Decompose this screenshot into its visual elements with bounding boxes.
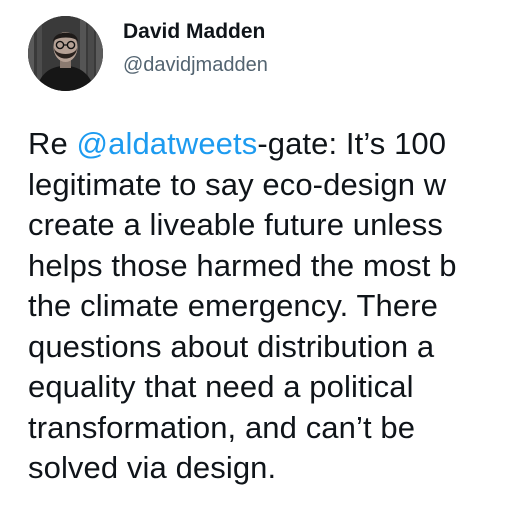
avatar-photo [28, 16, 103, 91]
tweet-line-1-suffix: -gate: It’s 100 [257, 126, 447, 161]
author-handle[interactable]: @davidjmadden [123, 52, 268, 78]
tweet-line-8: transformation, and can’t be [28, 409, 416, 445]
tweet-line-1-prefix: Re [28, 126, 77, 161]
tweet-card: David Madden @davidjmadden Re @aldatweet… [0, 0, 520, 520]
tweet-line-1: Re @aldatweets-gate: It’s 100 [28, 124, 520, 165]
tweet-text: Re @aldatweets-gate: It’s 100 legitimate… [28, 124, 520, 489]
tweet-line-7: equality that need a political [28, 369, 414, 404]
tweet-line-2: legitimate to say eco-design w [28, 166, 447, 202]
tweet-line-5: the climate emergency. There [28, 288, 439, 323]
author-name[interactable]: David Madden [123, 19, 265, 45]
tweet-line-9: solved via design. [28, 450, 277, 485]
tweet-line-4: helps those harmed the most b [28, 247, 457, 283]
mention-link[interactable]: @aldatweets [77, 126, 258, 161]
avatar[interactable] [28, 16, 103, 91]
tweet-line-3: create a liveable future unless [28, 207, 443, 242]
tweet-line-6: questions about distribution a [28, 328, 435, 364]
